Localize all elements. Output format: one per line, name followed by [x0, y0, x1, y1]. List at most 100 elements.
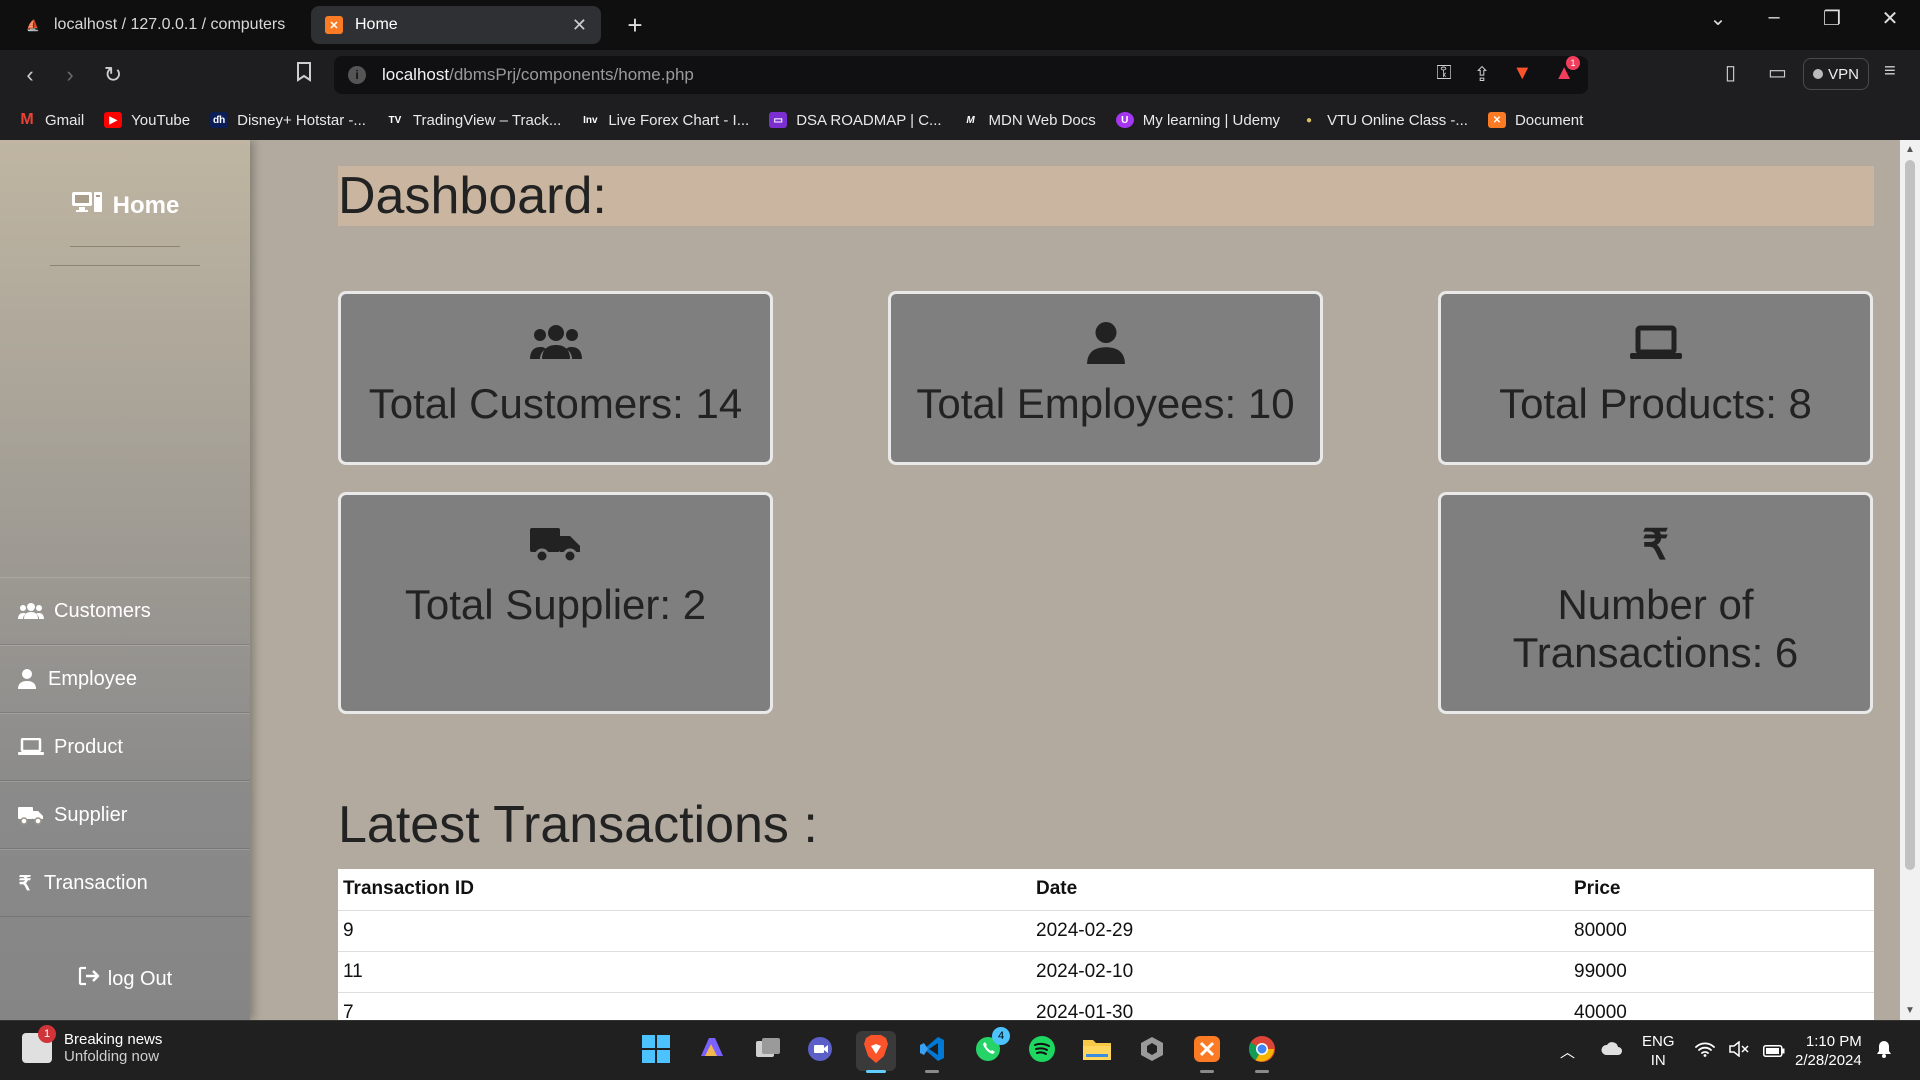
bookmark-dsa[interactable]: ▭ DSA ROADMAP | C... — [769, 112, 942, 129]
users-icon — [529, 320, 582, 366]
column-header-price: Price — [1569, 869, 1874, 911]
new-tab-button[interactable]: + — [620, 10, 650, 41]
cell-price: 40000 — [1569, 992, 1874, 1020]
minimize-button[interactable]: – — [1754, 6, 1794, 29]
running-app-indicator — [1200, 1070, 1214, 1073]
volume-muted-icon — [1729, 1039, 1749, 1062]
table-row: 9 2024-02-29 80000 — [338, 910, 1874, 952]
page-viewport: Home Customers Employee Product Supplier… — [0, 140, 1920, 1020]
language-indicator[interactable]: ENG IN — [1642, 1021, 1675, 1080]
menu-icon[interactable]: ≡ — [1884, 60, 1896, 83]
page-title: Dashboard: — [338, 166, 1874, 226]
clock[interactable]: 1:10 PM 2/28/2024 — [1795, 1021, 1862, 1080]
sidebar-item-label: Supplier — [54, 803, 128, 826]
onedrive-tray-button[interactable] — [1600, 1021, 1624, 1080]
back-button[interactable]: ‹ — [16, 62, 44, 88]
bookmark-label: Live Forex Chart - I... — [608, 111, 750, 129]
sign-out-icon — [78, 966, 100, 992]
sidebar-item-employee[interactable]: Employee — [0, 645, 250, 713]
stat-card-products: Total Products: 8 — [1438, 291, 1873, 465]
xampp-control-icon — [1193, 1035, 1221, 1068]
taskbar-chrome[interactable] — [1242, 1031, 1282, 1073]
tab-search-icon[interactable]: ⌄ — [1698, 6, 1738, 31]
taskbar-whatsapp[interactable]: 4 — [968, 1027, 1010, 1071]
bookmark-youtube[interactable]: ▶ YouTube — [104, 112, 190, 129]
truck-icon — [529, 521, 582, 567]
system-tray-status[interactable] — [1695, 1021, 1785, 1080]
sidebar-item-transaction[interactable]: ₹ Transaction — [0, 849, 250, 917]
taskbar-teams[interactable] — [802, 1031, 842, 1071]
language-code: ENG — [1642, 1033, 1675, 1050]
share-icon[interactable]: ⇪ — [1474, 62, 1491, 87]
bookmarks-bar: M Gmail ▶ YouTube ɗh Disney+ Hotstar -... T… — [0, 100, 1920, 140]
site-info-icon[interactable]: i — [348, 66, 366, 84]
sidebar-item-supplier[interactable]: Supplier — [0, 781, 250, 849]
brave-shields-icon[interactable]: ▼ — [1512, 62, 1532, 87]
sidebar-item-label: Product — [54, 735, 123, 758]
transactions-table: Transaction ID Date Price 9 2024-02-29 8… — [338, 869, 1874, 1020]
notifications-button[interactable] — [1876, 1021, 1892, 1080]
wallet-icon[interactable]: ▭ — [1768, 60, 1787, 85]
chevron-up-icon: ︿ — [1560, 1043, 1576, 1061]
taskbar-unity[interactable] — [1132, 1031, 1172, 1071]
vpn-label: VPN — [1828, 65, 1859, 83]
restore-button[interactable]: ❐ — [1812, 6, 1852, 31]
news-widget[interactable]: 1 Breaking news Unfolding now — [22, 1025, 162, 1065]
xampp-icon: ✕ — [325, 16, 343, 34]
vpn-button[interactable]: VPN — [1803, 58, 1869, 90]
bookmark-investing[interactable]: Inv Live Forex Chart - I... — [581, 112, 749, 129]
brave-rewards-icon[interactable]: ▲ 1 — [1554, 56, 1580, 87]
taskbar-task-view[interactable] — [748, 1031, 788, 1071]
language-region: IN — [1650, 1052, 1666, 1069]
forward-button[interactable]: › — [56, 62, 84, 88]
start-button[interactable] — [636, 1031, 676, 1071]
tab-phpmyadmin[interactable]: ⛵ localhost / 127.0.0.1 / computersales — [10, 6, 300, 44]
sidebar-item-customers[interactable]: Customers — [0, 577, 250, 645]
taskbar-copilot[interactable] — [692, 1031, 732, 1071]
phpmyadmin-icon: ⛵ — [26, 19, 40, 32]
address-bar[interactable]: i localhost/dbmsPrj/components/home.php … — [334, 56, 1588, 94]
taskbar-brave[interactable] — [856, 1031, 896, 1073]
stat-card-employees: Total Employees: 10 — [888, 291, 1323, 465]
taskbar-vscode[interactable] — [912, 1031, 952, 1073]
bookmark-mdn[interactable]: M MDN Web Docs — [962, 112, 1095, 129]
bookmark-label: Document — [1514, 111, 1584, 129]
taskbar-file-explorer[interactable] — [1077, 1031, 1117, 1071]
udemy-icon: U — [1115, 112, 1134, 128]
bookmark-document[interactable]: ✕ Document — [1487, 111, 1584, 129]
onedrive-cloud-icon — [1600, 1042, 1624, 1060]
bookmark-udemy[interactable]: U My learning | Udemy — [1115, 112, 1280, 129]
scrollbar-thumb[interactable] — [1905, 160, 1915, 870]
users-icon — [18, 602, 44, 620]
bookmark-tradingview[interactable]: TV TradingView – Track... — [386, 112, 562, 129]
youtube-icon: ▶ — [104, 112, 123, 128]
taskbar-xampp[interactable] — [1187, 1031, 1227, 1073]
sidebar-home-label: Home — [112, 191, 180, 219]
brave-browser-icon — [863, 1034, 889, 1069]
bookmark-icon[interactable] — [290, 62, 318, 88]
close-window-button[interactable]: ✕ — [1870, 6, 1910, 31]
bookmark-gmail[interactable]: M Gmail — [18, 111, 84, 129]
url-path: /dbmsPrj/components/home.php — [449, 65, 694, 84]
reload-button[interactable]: ↻ — [99, 62, 127, 88]
sidebar-toggle-icon[interactable]: ▯ — [1725, 60, 1736, 85]
sidebar: Home Customers Employee Product Supplier… — [0, 140, 250, 1020]
cell-date: 2024-02-10 — [1031, 951, 1569, 993]
sidebar-home-link[interactable]: Home — [0, 190, 250, 221]
laptop-icon — [1629, 320, 1682, 366]
page-scrollbar[interactable]: ▲ ▼ — [1900, 140, 1920, 1020]
scroll-down-arrow-icon[interactable]: ▼ — [1900, 1005, 1920, 1016]
show-hidden-icons-button[interactable]: ︿ — [1560, 1021, 1575, 1080]
sidebar-item-product[interactable]: Product — [0, 713, 250, 781]
bookmark-hotstar[interactable]: ɗh Disney+ Hotstar -... — [210, 112, 366, 129]
taskbar-spotify[interactable] — [1022, 1031, 1062, 1071]
tab-home[interactable]: ✕ Home ✕ — [311, 6, 601, 44]
logout-link[interactable]: log Out — [0, 966, 250, 992]
bookmark-vtu[interactable]: ● VTU Online Class -... — [1300, 112, 1468, 129]
running-app-indicator — [1255, 1070, 1269, 1073]
key-icon[interactable]: ⚿ — [1436, 62, 1451, 87]
bookmark-label: YouTube — [131, 111, 191, 129]
scroll-up-arrow-icon[interactable]: ▲ — [1900, 144, 1920, 155]
mdn-icon: M — [966, 114, 975, 126]
close-tab-icon[interactable]: ✕ — [572, 15, 587, 36]
